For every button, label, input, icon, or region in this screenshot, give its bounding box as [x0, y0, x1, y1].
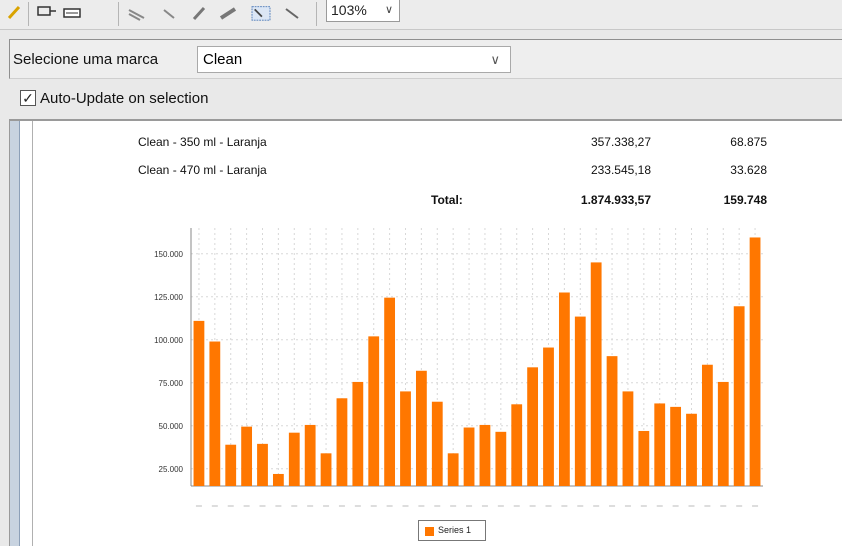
bar-chart: 25.000 50.000 75.000 100.000 125.000 150.000 [154, 228, 763, 507]
chart-bar [288, 432, 300, 486]
y-tick-label: 75.000 [159, 379, 184, 388]
chart-bar [511, 404, 523, 486]
chart-bar [670, 406, 682, 486]
chart-bar [638, 430, 650, 486]
chart-bar [654, 403, 666, 486]
chart-bar [543, 347, 554, 486]
chart-bar [336, 398, 348, 486]
y-tick-label: 150.000 [154, 250, 183, 259]
chart-bar [225, 444, 237, 486]
chart-bar [606, 356, 618, 486]
y-tick-label: 25.000 [159, 465, 184, 474]
chart-bar [749, 237, 761, 486]
chart-bar [463, 427, 475, 486]
chart-bar [368, 336, 380, 486]
legend-label: Series 1 [438, 525, 472, 535]
chart-bar [574, 316, 586, 486]
chart-bar [400, 391, 411, 486]
chart-bar [733, 306, 745, 486]
chart-bar [320, 453, 332, 486]
chart-bar [590, 262, 602, 486]
chart-bar [352, 381, 364, 486]
chart-bar [686, 413, 697, 486]
chart-legend: Series 1 [418, 520, 486, 541]
chart-bar [257, 443, 268, 486]
chart-bar [717, 381, 729, 486]
chart-bar [622, 391, 634, 486]
chart-bar [304, 424, 316, 486]
y-tick-label: 100.000 [154, 336, 183, 345]
chart-bar [384, 297, 396, 486]
chart-bar [431, 401, 443, 486]
chart-bar [241, 426, 253, 486]
chart-bar [415, 370, 427, 486]
chart-bar [701, 364, 713, 486]
chart-bar [495, 431, 507, 486]
legend-swatch [425, 527, 434, 536]
chart-bar [209, 341, 221, 486]
y-tick-label: 50.000 [159, 422, 184, 431]
chart-bar [527, 367, 539, 486]
chart-bar [193, 320, 205, 486]
chart-bar [558, 292, 570, 486]
chart-bar [272, 473, 284, 486]
chart-bar [447, 453, 459, 486]
chart-bar [479, 424, 491, 486]
y-tick-label: 125.000 [154, 293, 183, 302]
